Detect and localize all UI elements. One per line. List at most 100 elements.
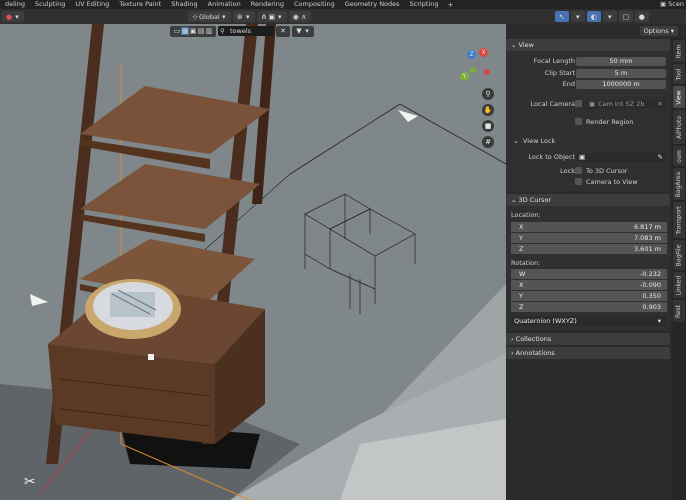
rotation-w-field[interactable]: W -0.232 [511, 269, 667, 279]
chevron-down-icon: ▾ [657, 317, 661, 325]
rotation-z-field[interactable]: Z 0.903 [511, 302, 667, 312]
tab-scripting[interactable]: Scripting [405, 0, 444, 9]
3d-viewport[interactable]: X Z Y ⚲ ✋ ■ # ✂ [0, 24, 506, 500]
tab-item[interactable]: Item [673, 40, 685, 62]
tab-bagarea[interactable]: BagArea [673, 168, 685, 200]
tab-compositing[interactable]: Compositing [289, 0, 340, 9]
view-layer-toggles[interactable]: ▭ ▦ ▣ ▤ ▥ [170, 25, 216, 37]
rotation-mode-dropdown[interactable]: Quaternion (WXYZ) ▾ [511, 316, 667, 326]
axis-value: 0.903 [642, 303, 661, 311]
tab-view[interactable]: View [673, 86, 685, 108]
tab-label: Linked [675, 275, 683, 295]
tab-label: Transport [675, 205, 683, 235]
location-x-field[interactable]: X 6.817 m [511, 222, 667, 232]
chevron-down-icon: ▾ [305, 27, 309, 35]
overlays-toggle[interactable]: ◐ [586, 11, 601, 22]
options-label: Options [643, 27, 669, 35]
view-lock-subheader[interactable]: ⌄ View Lock [510, 136, 670, 146]
collections-panel-header[interactable]: › Collections [506, 333, 670, 345]
workspace-menubar: deling Sculpting UV Editing Texture Pain… [0, 0, 686, 9]
tab-uv-editing[interactable]: UV Editing [70, 0, 114, 9]
lock-label: Lock [560, 167, 575, 175]
tab-sculpting[interactable]: Sculpting [30, 0, 70, 9]
local-camera-checkbox[interactable] [575, 100, 582, 107]
add-workspace-button[interactable]: + [443, 1, 457, 9]
tab-aiphoto[interactable]: AIPhoto [673, 110, 685, 144]
grid-toggle-icon[interactable]: # [482, 136, 494, 148]
select-subtract-icon: ▤ [197, 27, 205, 35]
pivot-selector[interactable]: ⊛ ▾ [232, 11, 255, 22]
select-mode-icon: ▦ [181, 27, 189, 35]
filter-icon: ▼ [296, 27, 302, 35]
tab-animation[interactable]: Animation [203, 0, 246, 9]
tab-bagfile[interactable]: BagFile [673, 240, 685, 270]
filter-button[interactable]: ▼ ▾ [292, 25, 314, 37]
camera-to-view-checkbox[interactable] [575, 178, 582, 185]
clip-start-field[interactable]: 5 m [576, 68, 666, 78]
camera-icon: ▣ [589, 99, 596, 108]
clip-end-field[interactable]: 1000000 m [576, 79, 666, 89]
view-lock-title: View Lock [523, 137, 556, 145]
tab-rendering[interactable]: Rendering [246, 0, 289, 9]
gizmo-z-axis[interactable]: Z [467, 50, 476, 59]
visibility-toggle[interactable]: ↖ [554, 11, 569, 22]
scissors-icon: ✂ [24, 474, 36, 490]
gizmo-dropdown[interactable]: ▾ [570, 11, 585, 22]
rotation-x-field[interactable]: X -0.090 [511, 280, 667, 290]
lock-to-object-field[interactable]: ▣ ✎ [576, 152, 666, 162]
axis-label: Z [519, 245, 524, 253]
tab-texture-paint[interactable]: Texture Paint [114, 0, 166, 9]
axis-label: Y [519, 292, 523, 300]
render-region-checkbox[interactable] [575, 118, 582, 125]
outliner-search-input[interactable]: ⚲ towels [218, 26, 274, 36]
tab-shading[interactable]: Shading [166, 0, 202, 9]
tab-osm[interactable]: osm [673, 146, 685, 166]
camera-view-icon[interactable]: ■ [482, 120, 494, 132]
clear-search-button[interactable]: ✕ [276, 25, 290, 37]
tab-layout[interactable]: deling [0, 0, 30, 9]
annotations-title: Annotations [515, 349, 555, 357]
annotations-panel-header[interactable]: › Annotations [506, 347, 670, 359]
falloff-icon: ∧ [301, 12, 307, 21]
local-camera-field[interactable]: ▣ Cam Int SZ 2b ✕ [586, 99, 666, 109]
mode-selector[interactable]: ● ▾ [2, 11, 24, 22]
tab-rest[interactable]: Rest [673, 300, 685, 322]
to-3d-cursor-checkbox[interactable] [575, 167, 582, 174]
xray-toggle[interactable]: ▢ [618, 11, 633, 22]
overlays-dropdown[interactable]: ▾ [602, 11, 617, 22]
axis-value: 6.817 m [633, 223, 661, 231]
eyedropper-icon: ✎ [657, 152, 663, 161]
options-dropdown[interactable]: Options ▾ [639, 26, 678, 36]
location-y-field[interactable]: Y 7.083 m [511, 233, 667, 243]
pan-hand-icon[interactable]: ✋ [482, 104, 494, 116]
snap-toggle[interactable]: ⋔ ▣ ▾ [256, 11, 287, 22]
focal-length-field[interactable]: 50 mm [576, 56, 666, 66]
scene-selector[interactable]: ▣ Scen [660, 0, 686, 9]
proportional-editing[interactable]: ◉ ∧ [288, 11, 311, 22]
transform-orientation[interactable]: ⊹ Global ▾ [188, 11, 231, 22]
gizmo-y-axis[interactable]: Y [460, 72, 469, 81]
gizmo-neg-y[interactable] [470, 67, 476, 73]
tab-label: osm [675, 149, 683, 163]
tab-geometry-nodes[interactable]: Geometry Nodes [340, 0, 405, 9]
zoom-icon[interactable]: ⚲ [482, 88, 494, 100]
shading-solid[interactable]: ● [634, 11, 649, 22]
axis-label: X [519, 281, 524, 289]
tab-label: Rest [675, 304, 683, 318]
cursor-panel-body: Location: X 6.817 m Y 7.083 m Z 3.601 m Rot… [506, 206, 670, 330]
tab-tool[interactable]: Tool [673, 64, 685, 84]
close-icon: ✕ [280, 27, 286, 35]
cursor-panel-header[interactable]: ⌄ 3D Cursor [506, 194, 670, 206]
object-icon: ▣ [579, 152, 586, 161]
location-z-field[interactable]: Z 3.601 m [511, 244, 667, 254]
tab-linked[interactable]: Linked [673, 272, 685, 298]
gizmo-neg-x[interactable] [484, 69, 490, 75]
chevron-down-icon: ⌄ [513, 137, 519, 145]
tab-transport[interactable]: Transport [673, 202, 685, 238]
gizmo-x-axis[interactable]: X [479, 48, 488, 57]
view-panel-header[interactable]: ⌄ View [506, 39, 670, 51]
scene-icon: ▣ [659, 0, 669, 8]
scene-label: Scen [668, 0, 684, 8]
cursor-arrow-icon: ↖ [558, 12, 565, 21]
rotation-y-field[interactable]: Y 0.350 [511, 291, 667, 301]
